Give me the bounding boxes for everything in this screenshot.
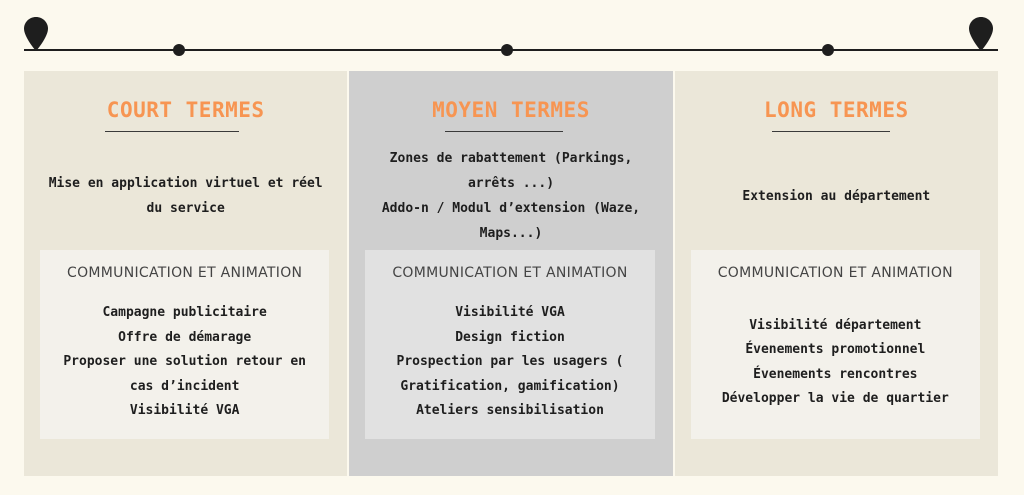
column-title: COURT TERMES xyxy=(106,98,265,122)
list-item: Visibilité VGA xyxy=(455,305,565,321)
description-line: Mise en application virtuel et réel xyxy=(48,176,323,191)
description-line: Addo-n / Modul d’extension (Waze, xyxy=(381,201,641,216)
map-pin-icon xyxy=(24,17,48,51)
list-item: Prospection par les usagers ( xyxy=(396,354,624,370)
list-item: Gratification, gamification) xyxy=(400,378,620,394)
timeline-dot xyxy=(173,44,185,56)
title-underline xyxy=(771,131,890,132)
list-item: Ateliers sensibilisation xyxy=(416,403,604,419)
communication-box: COMMUNICATION ET ANIMATION Campagne publ… xyxy=(40,250,330,439)
communication-box: COMMUNICATION ET ANIMATION Visibilité VG… xyxy=(365,250,655,439)
box-title: COMMUNICATION ET ANIMATION xyxy=(392,265,628,281)
description-line: Extension au département xyxy=(742,188,931,204)
list-item: Proposer une solution retour en xyxy=(63,354,306,370)
box-items: Visibilité département Évenements promot… xyxy=(699,292,972,433)
list-item: Évenements promotionnel xyxy=(745,342,926,357)
communication-box: COMMUNICATION ET ANIMATION Visibilité dé… xyxy=(690,250,980,439)
column-moyen-termes: MOYEN TERMES Zones de rabattement (Parki… xyxy=(349,71,673,476)
title-underline xyxy=(445,131,564,132)
column-description: Mise en application virtuel et réel du s… xyxy=(38,149,333,243)
map-pin-icon xyxy=(969,17,993,51)
list-item: Design fiction xyxy=(455,329,565,345)
description-line: du service xyxy=(146,201,225,216)
list-item: Visibilité département xyxy=(749,317,922,333)
list-item: Évenements rencontres xyxy=(753,366,918,382)
box-title: COMMUNICATION ET ANIMATION xyxy=(717,265,953,281)
timeline-dot xyxy=(822,44,834,56)
timeline-dot xyxy=(501,44,513,56)
list-item: Offre de démarage xyxy=(118,329,252,345)
term-columns: COURT TERMES Mise en application virtuel… xyxy=(24,71,998,476)
list-item: Visibilité VGA xyxy=(129,403,240,419)
column-description: Extension au département xyxy=(689,149,984,243)
description-line: arrêts ...) xyxy=(467,176,555,191)
column-long-termes: LONG TERMES Extension au département COM… xyxy=(674,71,998,476)
list-item: Campagne publicitaire xyxy=(102,305,267,321)
description-line: Maps...) xyxy=(479,226,543,241)
list-item: Développer la vie de quartier xyxy=(721,391,949,406)
description-line: Zones de rabattement (Parkings, xyxy=(389,151,633,166)
column-title: MOYEN TERMES xyxy=(432,98,590,122)
title-underline xyxy=(105,131,239,132)
timeline xyxy=(0,0,1024,70)
column-description: Zones de rabattement (Parkings, arrêts .… xyxy=(363,149,658,243)
list-item: cas d’incident xyxy=(129,378,240,394)
box-items: Visibilité VGA Design fiction Prospectio… xyxy=(373,292,646,433)
box-items: Campagne publicitaire Offre de démarage … xyxy=(48,292,321,433)
column-title: LONG TERMES xyxy=(764,98,909,122)
box-title: COMMUNICATION ET ANIMATION xyxy=(67,265,303,281)
column-court-termes: COURT TERMES Mise en application virtuel… xyxy=(24,71,348,476)
